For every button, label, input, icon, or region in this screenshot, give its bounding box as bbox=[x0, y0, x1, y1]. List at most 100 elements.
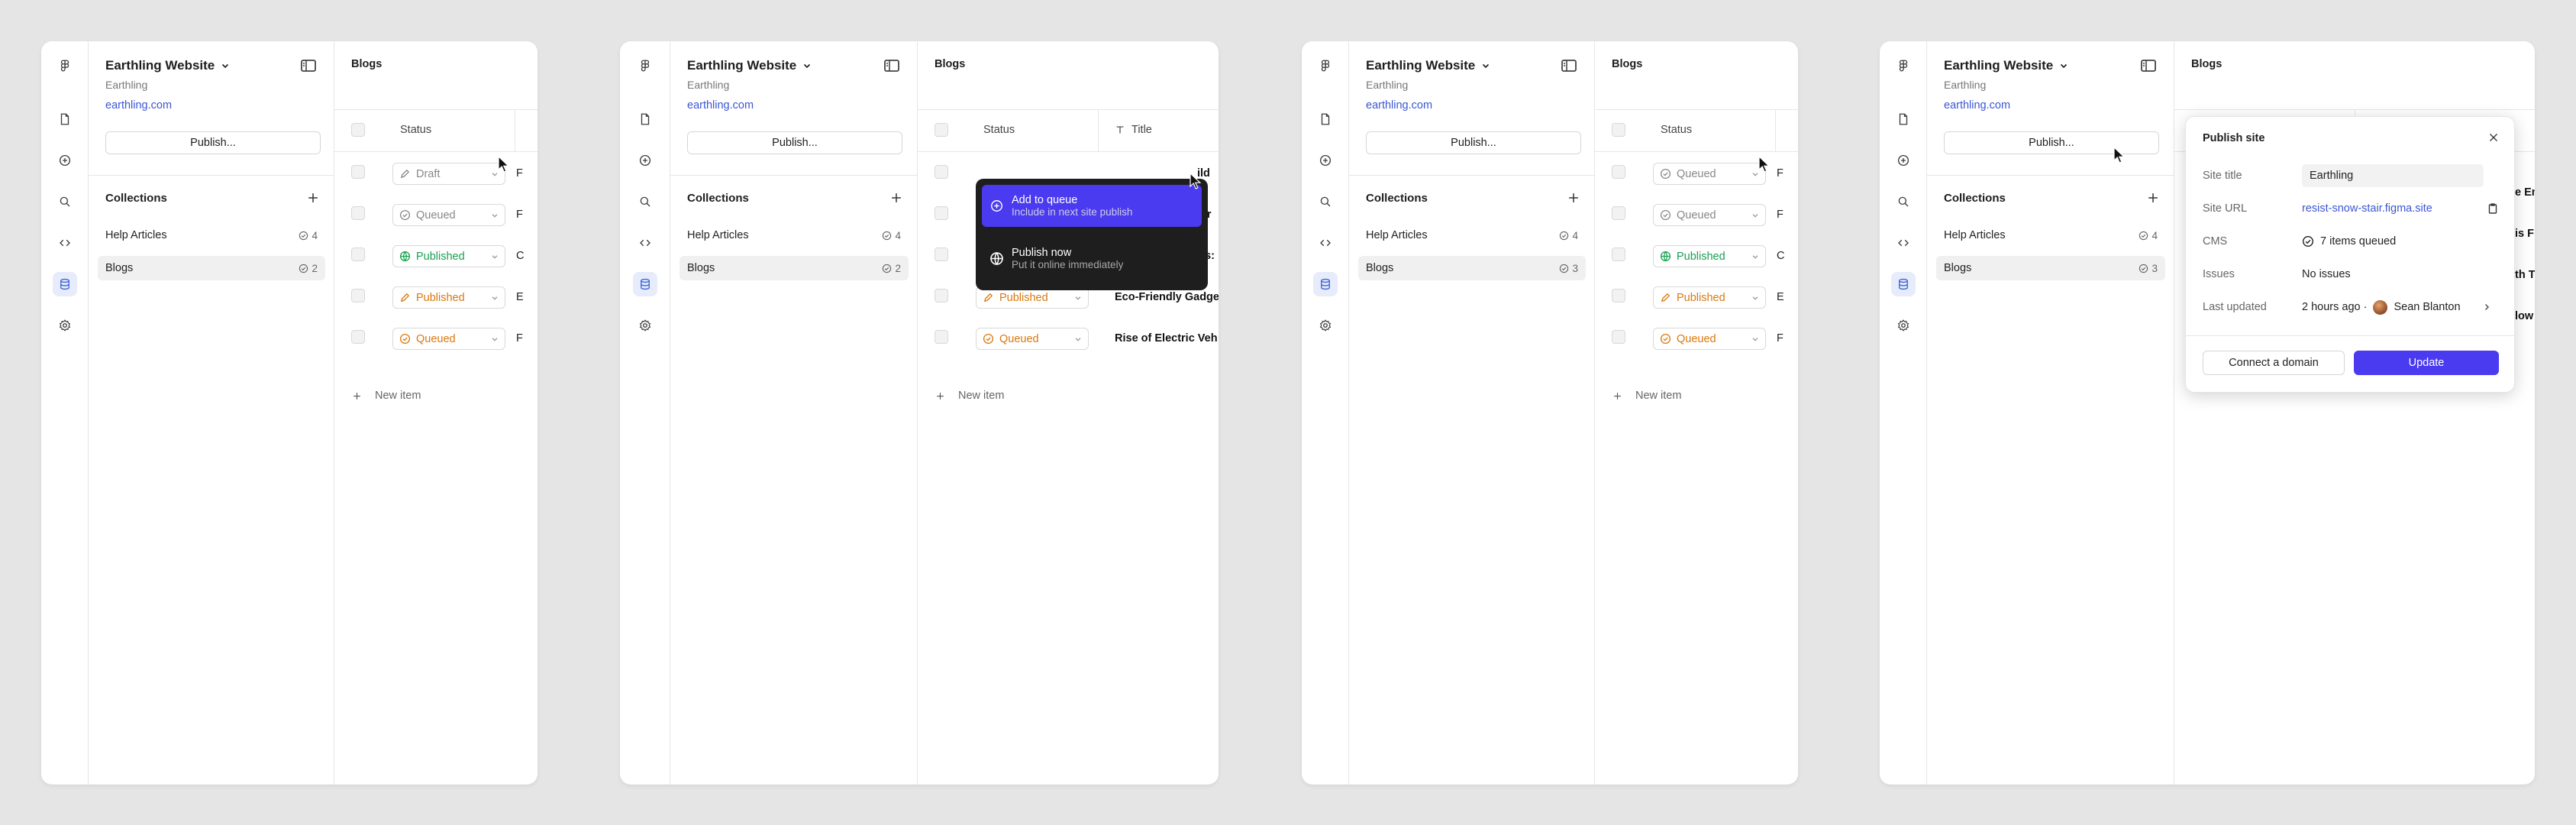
page-icon[interactable] bbox=[1313, 107, 1338, 131]
row-checkbox[interactable] bbox=[351, 330, 365, 344]
status-select[interactable]: Draft bbox=[392, 163, 505, 185]
site-name-dropdown[interactable]: Earthling Website bbox=[1944, 58, 2068, 73]
row-checkbox[interactable] bbox=[935, 206, 948, 220]
settings-gear-icon[interactable] bbox=[633, 313, 657, 338]
add-collection-icon[interactable] bbox=[1566, 190, 1581, 205]
search-icon[interactable] bbox=[633, 189, 657, 214]
row-checkbox[interactable] bbox=[1612, 289, 1625, 302]
collection-blogs[interactable]: Blogs 3 bbox=[1936, 256, 2165, 280]
row-checkbox[interactable] bbox=[1612, 247, 1625, 261]
collection-blogs[interactable]: Blogs 3 bbox=[1358, 256, 1586, 280]
row-checkbox[interactable] bbox=[1612, 330, 1625, 344]
row-checkbox[interactable] bbox=[351, 165, 365, 179]
add-circle-icon[interactable] bbox=[633, 148, 657, 173]
publish-button[interactable]: Publish... bbox=[687, 131, 902, 154]
page-icon[interactable] bbox=[633, 107, 657, 131]
figma-logo-icon[interactable] bbox=[633, 53, 657, 78]
publish-button[interactable]: Publish... bbox=[1944, 131, 2159, 154]
collection-help-articles[interactable]: Help Articles 4 bbox=[1358, 223, 1586, 247]
sidebar-toggle-icon[interactable] bbox=[883, 57, 901, 75]
add-collection-icon[interactable] bbox=[2145, 190, 2161, 205]
select-all-checkbox[interactable] bbox=[1612, 123, 1625, 137]
status-select[interactable]: Queued bbox=[1653, 163, 1766, 185]
new-item-button[interactable]: New item bbox=[351, 390, 421, 402]
update-button[interactable]: Update bbox=[2354, 351, 2499, 375]
database-icon[interactable] bbox=[633, 272, 657, 296]
new-item-button[interactable]: New item bbox=[1612, 390, 1681, 402]
status-column-header[interactable]: Status bbox=[983, 124, 1015, 136]
figma-logo-icon[interactable] bbox=[1313, 53, 1338, 78]
row-checkbox[interactable] bbox=[935, 165, 948, 179]
row-checkbox[interactable] bbox=[1612, 165, 1625, 179]
add-collection-icon[interactable] bbox=[889, 190, 904, 205]
database-icon[interactable] bbox=[1313, 272, 1338, 296]
new-item-button[interactable]: New item bbox=[935, 390, 1004, 402]
menu-item-publish-now[interactable]: Publish now Put it online immediately bbox=[982, 238, 1202, 280]
sidebar-toggle-icon[interactable] bbox=[1560, 57, 1578, 75]
search-icon[interactable] bbox=[1891, 189, 1916, 214]
add-circle-icon[interactable] bbox=[1313, 148, 1338, 173]
collection-blogs[interactable]: Blogs 2 bbox=[680, 256, 909, 280]
publish-button[interactable]: Publish... bbox=[105, 131, 321, 154]
figma-logo-icon[interactable] bbox=[1891, 53, 1916, 78]
status-column-header[interactable]: Status bbox=[1661, 124, 1692, 136]
add-collection-icon[interactable] bbox=[305, 190, 321, 205]
code-icon[interactable] bbox=[1891, 231, 1916, 255]
row-checkbox[interactable] bbox=[935, 330, 948, 344]
status-select[interactable]: Queued bbox=[392, 328, 505, 350]
row-checkbox[interactable] bbox=[351, 289, 365, 302]
status-select[interactable]: Queued bbox=[392, 204, 505, 226]
code-icon[interactable] bbox=[1313, 231, 1338, 255]
collection-help-articles[interactable]: Help Articles 4 bbox=[1936, 223, 2165, 247]
select-all-checkbox[interactable] bbox=[935, 123, 948, 137]
settings-gear-icon[interactable] bbox=[1891, 313, 1916, 338]
site-url-link[interactable]: earthling.com bbox=[687, 99, 754, 112]
status-select[interactable]: Published bbox=[392, 286, 505, 309]
collection-help-articles[interactable]: Help Articles 4 bbox=[98, 223, 325, 247]
page-icon[interactable] bbox=[53, 107, 77, 131]
sidebar-toggle-icon[interactable] bbox=[299, 57, 318, 75]
search-icon[interactable] bbox=[1313, 189, 1338, 214]
add-circle-icon[interactable] bbox=[53, 148, 77, 173]
database-icon[interactable] bbox=[1891, 272, 1916, 296]
status-select[interactable]: Published bbox=[1653, 286, 1766, 309]
sidebar-toggle-icon[interactable] bbox=[2139, 57, 2158, 75]
site-url-link[interactable]: earthling.com bbox=[105, 99, 172, 112]
row-checkbox[interactable] bbox=[351, 247, 365, 261]
status-select[interactable]: Published bbox=[1653, 245, 1766, 267]
connect-domain-button[interactable]: Connect a domain bbox=[2203, 351, 2345, 375]
site-name-dropdown[interactable]: Earthling Website bbox=[1366, 58, 1490, 73]
collection-help-articles[interactable]: Help Articles 4 bbox=[680, 223, 909, 247]
publish-button[interactable]: Publish... bbox=[1366, 131, 1581, 154]
row-checkbox[interactable] bbox=[1612, 206, 1625, 220]
row-checkbox[interactable] bbox=[935, 247, 948, 261]
status-select[interactable]: Queued bbox=[1653, 204, 1766, 226]
collection-blogs[interactable]: Blogs 2 bbox=[98, 256, 325, 280]
site-name-dropdown[interactable]: Earthling Website bbox=[687, 58, 812, 73]
page-icon[interactable] bbox=[1891, 107, 1916, 131]
site-url-value[interactable]: resist-snow-stair.figma.site bbox=[2302, 202, 2432, 215]
code-icon[interactable] bbox=[53, 231, 77, 255]
close-icon[interactable] bbox=[2487, 131, 2500, 144]
copy-icon[interactable] bbox=[2487, 202, 2499, 215]
site-url-link[interactable]: earthling.com bbox=[1944, 99, 2010, 112]
title-column-header[interactable]: Title bbox=[1115, 124, 1152, 136]
menu-item-add-to-queue[interactable]: Add to queue Include in next site publish bbox=[982, 185, 1202, 227]
code-icon[interactable] bbox=[633, 231, 657, 255]
row-checkbox[interactable] bbox=[351, 206, 365, 220]
search-icon[interactable] bbox=[53, 189, 77, 214]
figma-logo-icon[interactable] bbox=[53, 53, 77, 78]
site-name-dropdown[interactable]: Earthling Website bbox=[105, 58, 230, 73]
select-all-checkbox[interactable] bbox=[351, 123, 365, 137]
site-title-input[interactable]: Earthling bbox=[2302, 164, 2484, 187]
row-checkbox[interactable] bbox=[935, 289, 948, 302]
settings-gear-icon[interactable] bbox=[53, 313, 77, 338]
status-select[interactable]: Published bbox=[392, 245, 505, 267]
status-select[interactable]: Queued bbox=[1653, 328, 1766, 350]
add-circle-icon[interactable] bbox=[1891, 148, 1916, 173]
site-url-link[interactable]: earthling.com bbox=[1366, 99, 1432, 112]
settings-gear-icon[interactable] bbox=[1313, 313, 1338, 338]
database-icon[interactable] bbox=[53, 272, 77, 296]
status-select[interactable]: Queued bbox=[976, 328, 1089, 350]
last-updated-row[interactable]: Last updated 2 hours ago · Sean Blanton bbox=[2203, 296, 2499, 319]
